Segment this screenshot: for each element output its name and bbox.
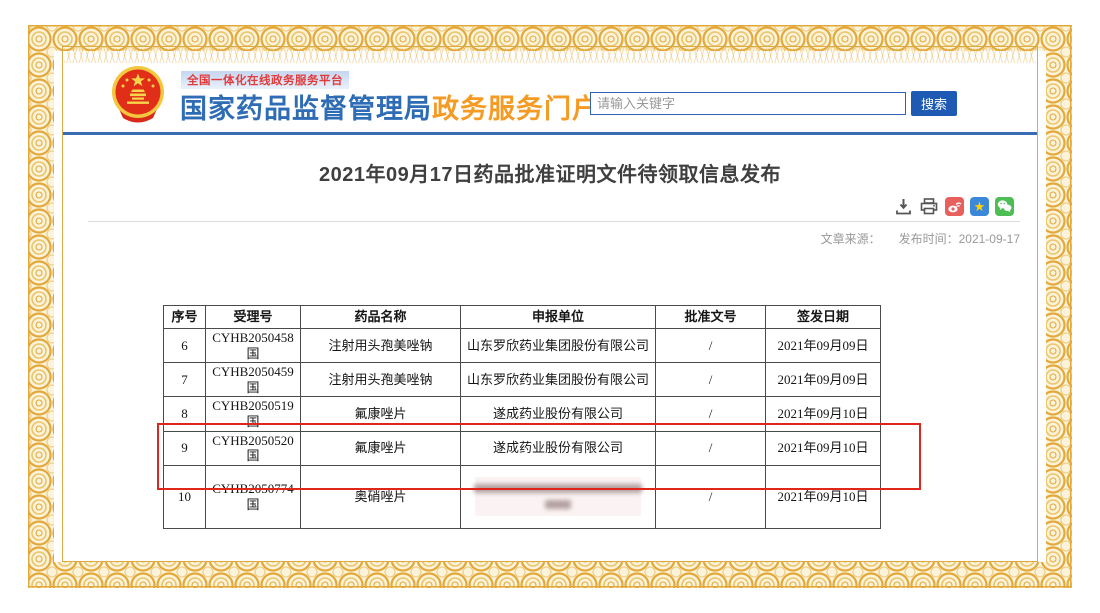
cell-applicant: 遂成药业股份有限公司 [461,397,656,431]
cell-no: 6 [164,329,206,363]
cell-drug: 注射用头孢美唑钠 [301,363,461,397]
col-header-acceptance: 受理号 [206,306,301,329]
table-header-row: 序号 受理号 药品名称 申报单位 批准文号 签发日期 [164,306,881,329]
guilloche-watermark [64,48,1036,63]
cell-approval: / [656,363,766,397]
cell-no: 7 [164,363,206,397]
cell-approval: / [656,465,766,528]
col-header-drug: 药品名称 [301,306,461,329]
article-publish-time: 发布时间：2021-09-17 [899,232,1020,246]
article-meta: 文章来源： 发布时间：2021-09-17 [420,230,1020,247]
cell-approval: / [656,397,766,431]
cell-applicant: 山东罗欣药业集团股份有限公司 [461,363,656,397]
cell-acceptance: CYHB2050458国 [206,329,301,363]
table-row: 7 CYHB2050459国 注射用头孢美唑钠 山东罗欣药业集团股份有限公司 /… [164,363,881,397]
cell-no: 10 [164,465,206,528]
header-divider [63,132,1037,135]
cell-date: 2021年09月10日 [766,431,881,465]
article-divider [88,221,1020,222]
site-title: 国家药品监督管理局政务服务门户 [180,87,600,126]
cell-date: 2021年09月10日 [766,465,881,528]
cell-date: 2021年09月10日 [766,397,881,431]
table-row: 9 CYHB2050520国 氟康唑片 遂成药业股份有限公司 / 2021年09… [164,431,881,465]
national-emblem-logo [106,64,170,128]
cell-drug: 氟康唑片 [301,431,461,465]
cell-acceptance: CYHB2050774国 [206,465,301,528]
print-icon[interactable] [919,196,939,216]
col-header-date: 签发日期 [766,306,881,329]
cell-approval: / [656,329,766,363]
site-title-agency: 国家药品监督管理局 [180,94,432,124]
cell-acceptance: CYHB2050519国 [206,397,301,431]
weibo-icon[interactable] [945,197,964,216]
page: 全国一体化在线政务服务平台 国家药品监督管理局政务服务门户 搜索 2021年09… [0,0,1100,613]
cell-no: 8 [164,397,206,431]
cell-applicant: 遂成药业股份有限公司 [461,431,656,465]
cell-acceptance: CYHB2050520国 [206,431,301,465]
approval-table-wrapper: 序号 受理号 药品名称 申报单位 批准文号 签发日期 6 CYHB2050458… [163,305,881,529]
approval-table: 序号 受理号 药品名称 申报单位 批准文号 签发日期 6 CYHB2050458… [163,305,881,529]
redacted-text [475,477,641,516]
download-icon[interactable] [893,196,913,216]
col-header-approval: 批准文号 [656,306,766,329]
article-source-label: 文章来源： [821,232,881,246]
cell-acceptance: CYHB2050459国 [206,363,301,397]
cell-drug: 奥硝唑片 [301,465,461,528]
cell-drug: 注射用头孢美唑钠 [301,329,461,363]
cell-applicant: 山东罗欣药业集团股份有限公司 [461,329,656,363]
col-header-applicant: 申报单位 [461,306,656,329]
cell-applicant-redacted [461,465,656,528]
cell-approval: / [656,431,766,465]
share-toolbar: ★ [893,196,1014,216]
site-title-portal: 政务服务门户 [432,94,600,124]
article-title: 2021年09月17日药品批准证明文件待领取信息发布 [63,158,1037,187]
table-row-highlighted: 10 CYHB2050774国 奥硝唑片 / 2021年09月10日 [164,465,881,528]
col-header-no: 序号 [164,306,206,329]
wechat-icon[interactable] [995,197,1014,216]
cell-no: 9 [164,431,206,465]
table-row: 8 CYHB2050519国 氟康唑片 遂成药业股份有限公司 / 2021年09… [164,397,881,431]
qzone-icon[interactable]: ★ [970,197,989,216]
cell-date: 2021年09月09日 [766,329,881,363]
search-input[interactable] [590,92,906,115]
table-row: 6 CYHB2050458国 注射用头孢美唑钠 山东罗欣药业集团股份有限公司 /… [164,329,881,363]
cell-drug: 氟康唑片 [301,397,461,431]
search-button[interactable]: 搜索 [911,91,957,116]
cell-date: 2021年09月09日 [766,363,881,397]
